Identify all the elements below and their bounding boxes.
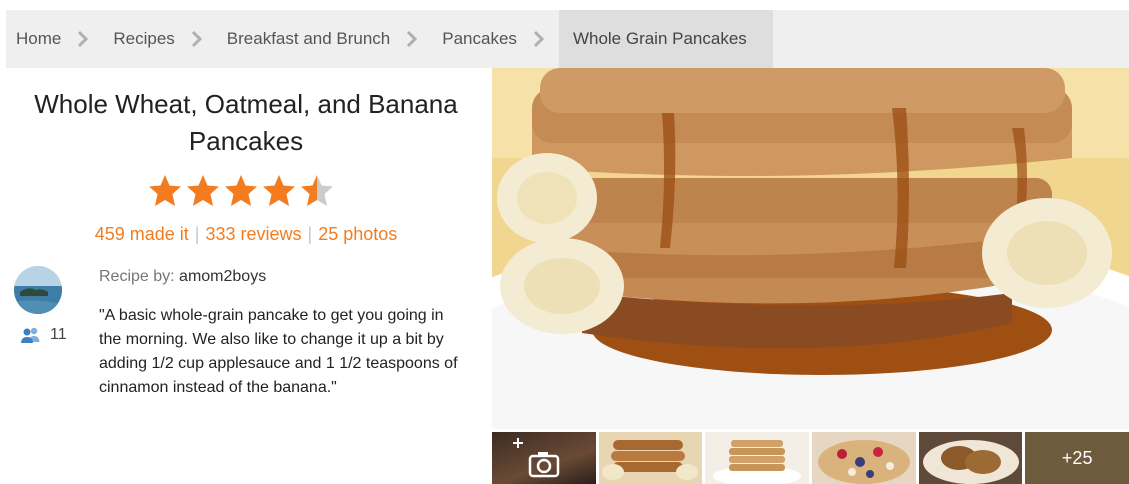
photo-thumbnail[interactable] bbox=[705, 432, 810, 484]
recipe-summary: Whole Wheat, Oatmeal, and Banana Pancake… bbox=[0, 68, 492, 484]
followers-number: 11 bbox=[50, 326, 67, 343]
breadcrumb-home[interactable]: Home bbox=[6, 10, 73, 68]
avatar[interactable] bbox=[14, 266, 62, 314]
recipe-description: "A basic whole-grain pancake to get you … bbox=[99, 307, 458, 396]
made-it-link[interactable]: 459 made it bbox=[95, 224, 189, 244]
chevron-right-icon bbox=[187, 10, 217, 68]
breadcrumb-pancakes[interactable]: Pancakes bbox=[432, 10, 529, 68]
recipe-by-label: Recipe by: bbox=[99, 268, 175, 285]
breadcrumb: Home Recipes Breakfast and Brunch Pancak… bbox=[6, 10, 1129, 68]
breadcrumb-recipes[interactable]: Recipes bbox=[103, 10, 186, 68]
author-link[interactable]: amom2boys bbox=[179, 268, 266, 285]
more-photos-count: +25 bbox=[1061, 447, 1093, 468]
breadcrumb-breakfast-and-brunch[interactable]: Breakfast and Brunch bbox=[217, 10, 402, 68]
followers-count[interactable]: 11 bbox=[20, 326, 67, 344]
chevron-right-icon bbox=[529, 10, 559, 68]
chevron-right-icon bbox=[73, 10, 103, 68]
photo-thumbnail[interactable] bbox=[918, 432, 1023, 484]
chevron-right-icon bbox=[402, 10, 432, 68]
star-half-icon bbox=[301, 175, 333, 206]
recipe-title: Whole Wheat, Oatmeal, and Banana Pancake… bbox=[34, 89, 458, 156]
stats-divider: | bbox=[307, 224, 313, 244]
photo-thumbnails: +25 bbox=[492, 432, 1129, 484]
star-icon bbox=[263, 175, 295, 206]
star-icon bbox=[187, 175, 219, 206]
reviews-link[interactable]: 333 reviews bbox=[205, 224, 301, 244]
photos-link[interactable]: 25 photos bbox=[318, 224, 397, 244]
add-photo-icon bbox=[513, 438, 560, 478]
star-icon bbox=[225, 175, 257, 206]
stats-divider: | bbox=[194, 224, 200, 244]
more-photos-button[interactable]: +25 bbox=[1025, 432, 1129, 484]
star-icon bbox=[149, 175, 181, 206]
followers-icon bbox=[21, 327, 40, 343]
photo-thumbnail[interactable] bbox=[812, 432, 916, 484]
star-rating[interactable] bbox=[148, 174, 334, 207]
breadcrumb-whole-grain-pancakes[interactable]: Whole Grain Pancakes bbox=[558, 10, 773, 68]
add-photo-button[interactable] bbox=[492, 432, 596, 484]
recipe-by: Recipe by: amom2boys bbox=[99, 268, 266, 286]
recipe-stats: 459 made it | 333 reviews | 25 photos bbox=[0, 224, 492, 245]
photo-thumbnail[interactable] bbox=[598, 432, 703, 484]
recipe-hero-image[interactable] bbox=[492, 68, 1129, 429]
